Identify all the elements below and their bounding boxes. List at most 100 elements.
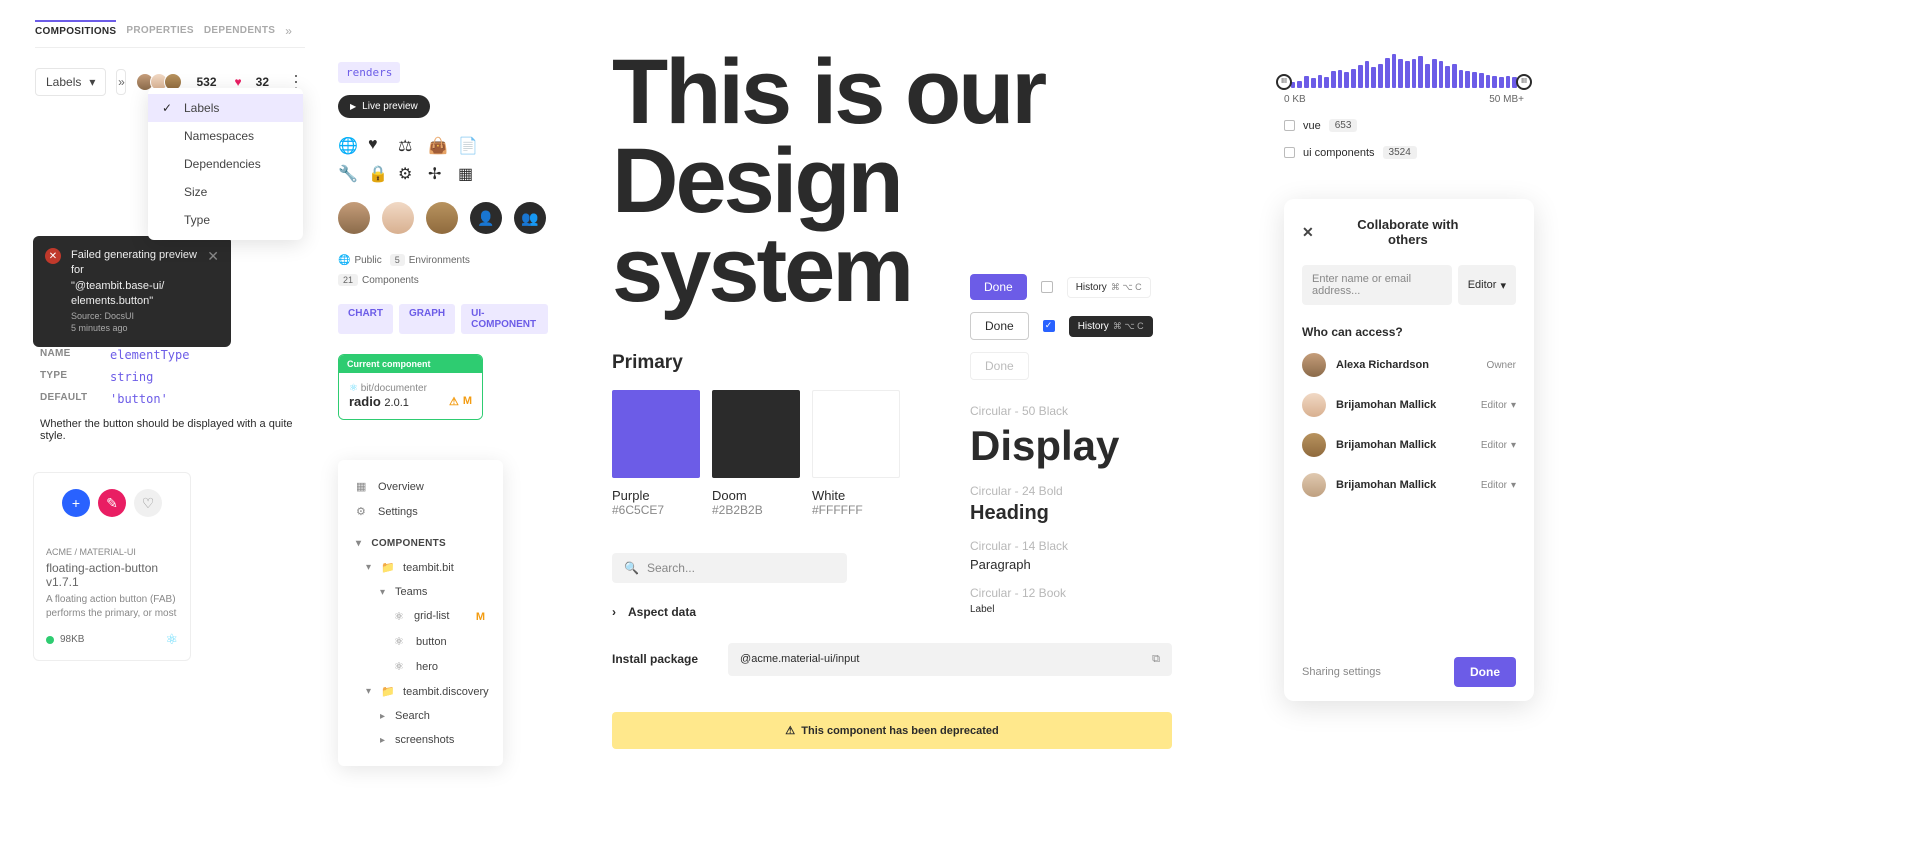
dropdown-item-size[interactable]: Size — [148, 178, 303, 206]
tag-chart[interactable]: CHART — [338, 304, 393, 334]
person-role-dropdown[interactable]: Editor ▾ — [1481, 440, 1516, 451]
tab-properties[interactable]: PROPERTIES — [126, 23, 193, 38]
legend-count: 3524 — [1383, 146, 1417, 159]
tree-item-hero[interactable]: ⚛hero — [348, 654, 493, 679]
heart-icon[interactable]: ♥ — [235, 75, 242, 89]
component-card[interactable]: + ✎ ♡ ACME / MATERIAL-UI floating-action… — [33, 472, 191, 661]
typo-sample: Display — [970, 422, 1180, 470]
tree-item-gridlist[interactable]: ⚛grid-listM — [348, 604, 493, 629]
dropdown-item-namespaces[interactable]: Namespaces — [148, 122, 303, 150]
icon-palette: 🌐 ♥ ⚖ 👜 📄 🔧 🔒 ⚙ ✢ ▦ — [338, 136, 548, 184]
meta-description: Whether the button should be displayed w… — [40, 418, 300, 442]
histogram-bar — [1486, 75, 1491, 88]
chevron-down-icon: ▾ — [1500, 279, 1506, 292]
size-histogram[interactable]: IIIIII — [1284, 52, 1524, 88]
fab-add-icon: + — [62, 489, 90, 517]
range-handle-left[interactable]: III — [1276, 74, 1292, 90]
nav-settings[interactable]: ⚙Settings — [348, 499, 493, 524]
checkbox[interactable] — [1284, 147, 1295, 158]
tree-item-search[interactable]: ▸Search — [348, 704, 493, 728]
role-dropdown[interactable]: Editor▾ — [1458, 265, 1516, 305]
components-badge: 21Components — [338, 274, 419, 286]
sharing-settings-link[interactable]: Sharing settings — [1302, 666, 1381, 678]
check-icon: ✓ — [162, 101, 174, 115]
wrench-icon: 🔧 — [338, 164, 362, 184]
history-shortcut-dark[interactable]: History⌘ ⌥ C — [1069, 316, 1153, 337]
access-list: Alexa RichardsonOwner Brijamohan Mallick E… — [1302, 353, 1516, 497]
tree-item-screenshots[interactable]: ▸screenshots — [348, 728, 493, 752]
chevron-right-icon: › — [612, 605, 616, 619]
done-button-primary[interactable]: Done — [970, 274, 1027, 300]
typo-sample: Label — [970, 604, 1180, 615]
tag-ui-component[interactable]: UI-COMPONENT — [461, 304, 548, 334]
dropdown-item-type[interactable]: Type — [148, 206, 303, 234]
toast-text: "@teambit.base-ui/ — [71, 279, 197, 294]
nav-section-components: ▾COMPONENTS — [348, 532, 493, 555]
done-button-outline[interactable]: Done — [970, 312, 1029, 340]
meta-name-value: elementType — [110, 348, 189, 362]
component-version: 2.0.1 — [384, 397, 408, 409]
current-component-card: Current component ⚛ bit/documenter radio… — [338, 354, 483, 420]
tree-item-discovery[interactable]: ▾📁teambit.discovery — [348, 679, 493, 704]
sidebar-navigator: ▦Overview ⚙Settings ▾COMPONENTS ▾📁teambi… — [338, 460, 503, 766]
done-button-disabled: Done — [970, 352, 1029, 380]
avatar — [382, 202, 414, 234]
done-button[interactable]: Done — [1454, 657, 1516, 687]
histogram-bar — [1472, 72, 1477, 88]
avatar-placeholder-group-icon: 👥 — [514, 202, 546, 234]
current-component-header: Current component — [339, 355, 482, 373]
access-person-row: Alexa RichardsonOwner — [1302, 353, 1516, 377]
checkbox[interactable] — [1284, 120, 1295, 131]
dropdown-item-labels[interactable]: ✓Labels — [148, 94, 303, 122]
legend-row[interactable]: vue653 — [1284, 119, 1524, 132]
labels-dropdown[interactable]: Labels ▾ — [35, 68, 106, 96]
tab-dependents[interactable]: DEPENDENTS — [204, 23, 275, 38]
expand-icon-button[interactable]: » — [116, 69, 126, 95]
histogram-legend: vue653 ui components3524 — [1284, 119, 1524, 159]
nav-overview[interactable]: ▦Overview — [348, 474, 493, 499]
copy-icon[interactable]: ⧉ — [1152, 653, 1160, 666]
checkbox-checked[interactable] — [1043, 320, 1055, 332]
history-shortcut[interactable]: History⌘ ⌥ C — [1067, 277, 1151, 298]
install-command-box: @acme.material-ui/input ⧉ — [728, 643, 1172, 676]
histogram-bar — [1465, 71, 1470, 88]
gear-icon: ⚙ — [398, 164, 422, 184]
checkbox-unchecked[interactable] — [1041, 281, 1053, 293]
close-icon[interactable]: ✕ — [1302, 224, 1314, 241]
card-description: A floating action button (FAB) performs … — [46, 593, 178, 621]
error-icon: ✕ — [45, 248, 61, 264]
person-name: Brijamohan Mallick — [1336, 479, 1471, 491]
color-swatch: Purple #6C5CE7 — [612, 390, 700, 517]
swatch-hex: #2B2B2B — [712, 503, 800, 517]
legend-row[interactable]: ui components3524 — [1284, 146, 1524, 159]
dropdown-item-dependencies[interactable]: Dependencies — [148, 150, 303, 178]
tag-graph[interactable]: GRAPH — [399, 304, 455, 334]
range-handle-right[interactable]: III — [1516, 74, 1532, 90]
person-role-dropdown[interactable]: Editor ▾ — [1481, 480, 1516, 491]
labels-dropdown-menu: ✓Labels Namespaces Dependencies Size Typ… — [148, 88, 303, 240]
tab-compositions[interactable]: COMPOSITIONS — [35, 20, 116, 39]
collaborator-input[interactable]: Enter name or email address... — [1302, 265, 1452, 305]
histogram-bar — [1425, 64, 1430, 88]
fab-edit-icon: ✎ — [98, 489, 126, 517]
warning-icon: ⚠ — [449, 395, 459, 408]
renders-tag: renders — [338, 62, 400, 83]
close-icon[interactable]: ✕ — [207, 248, 219, 335]
person-role-dropdown[interactable]: Editor ▾ — [1481, 400, 1516, 411]
bag-icon: 👜 — [428, 136, 452, 156]
meta-key: DEFAULT — [40, 392, 110, 406]
live-preview-button[interactable]: Live preview — [338, 95, 430, 118]
tree-item-button[interactable]: ⚛button — [348, 629, 493, 654]
avatar — [1302, 433, 1326, 457]
globe-icon: 🌐 — [338, 255, 350, 266]
tree-item-teambit[interactable]: ▾📁teambit.bit — [348, 555, 493, 580]
react-icon: ⚛ — [349, 383, 358, 394]
search-icon: 🔍 — [624, 561, 639, 575]
tree-item-teams[interactable]: ▾Teams — [348, 580, 493, 604]
swatch-color — [812, 390, 900, 478]
toast-text: Failed generating preview for — [71, 248, 197, 279]
tabs-overflow-icon[interactable]: » — [285, 24, 292, 38]
search-input[interactable]: 🔍 Search... — [612, 553, 847, 583]
react-icon: ⚛ — [394, 635, 406, 648]
file-icon: 📄 — [458, 136, 482, 156]
